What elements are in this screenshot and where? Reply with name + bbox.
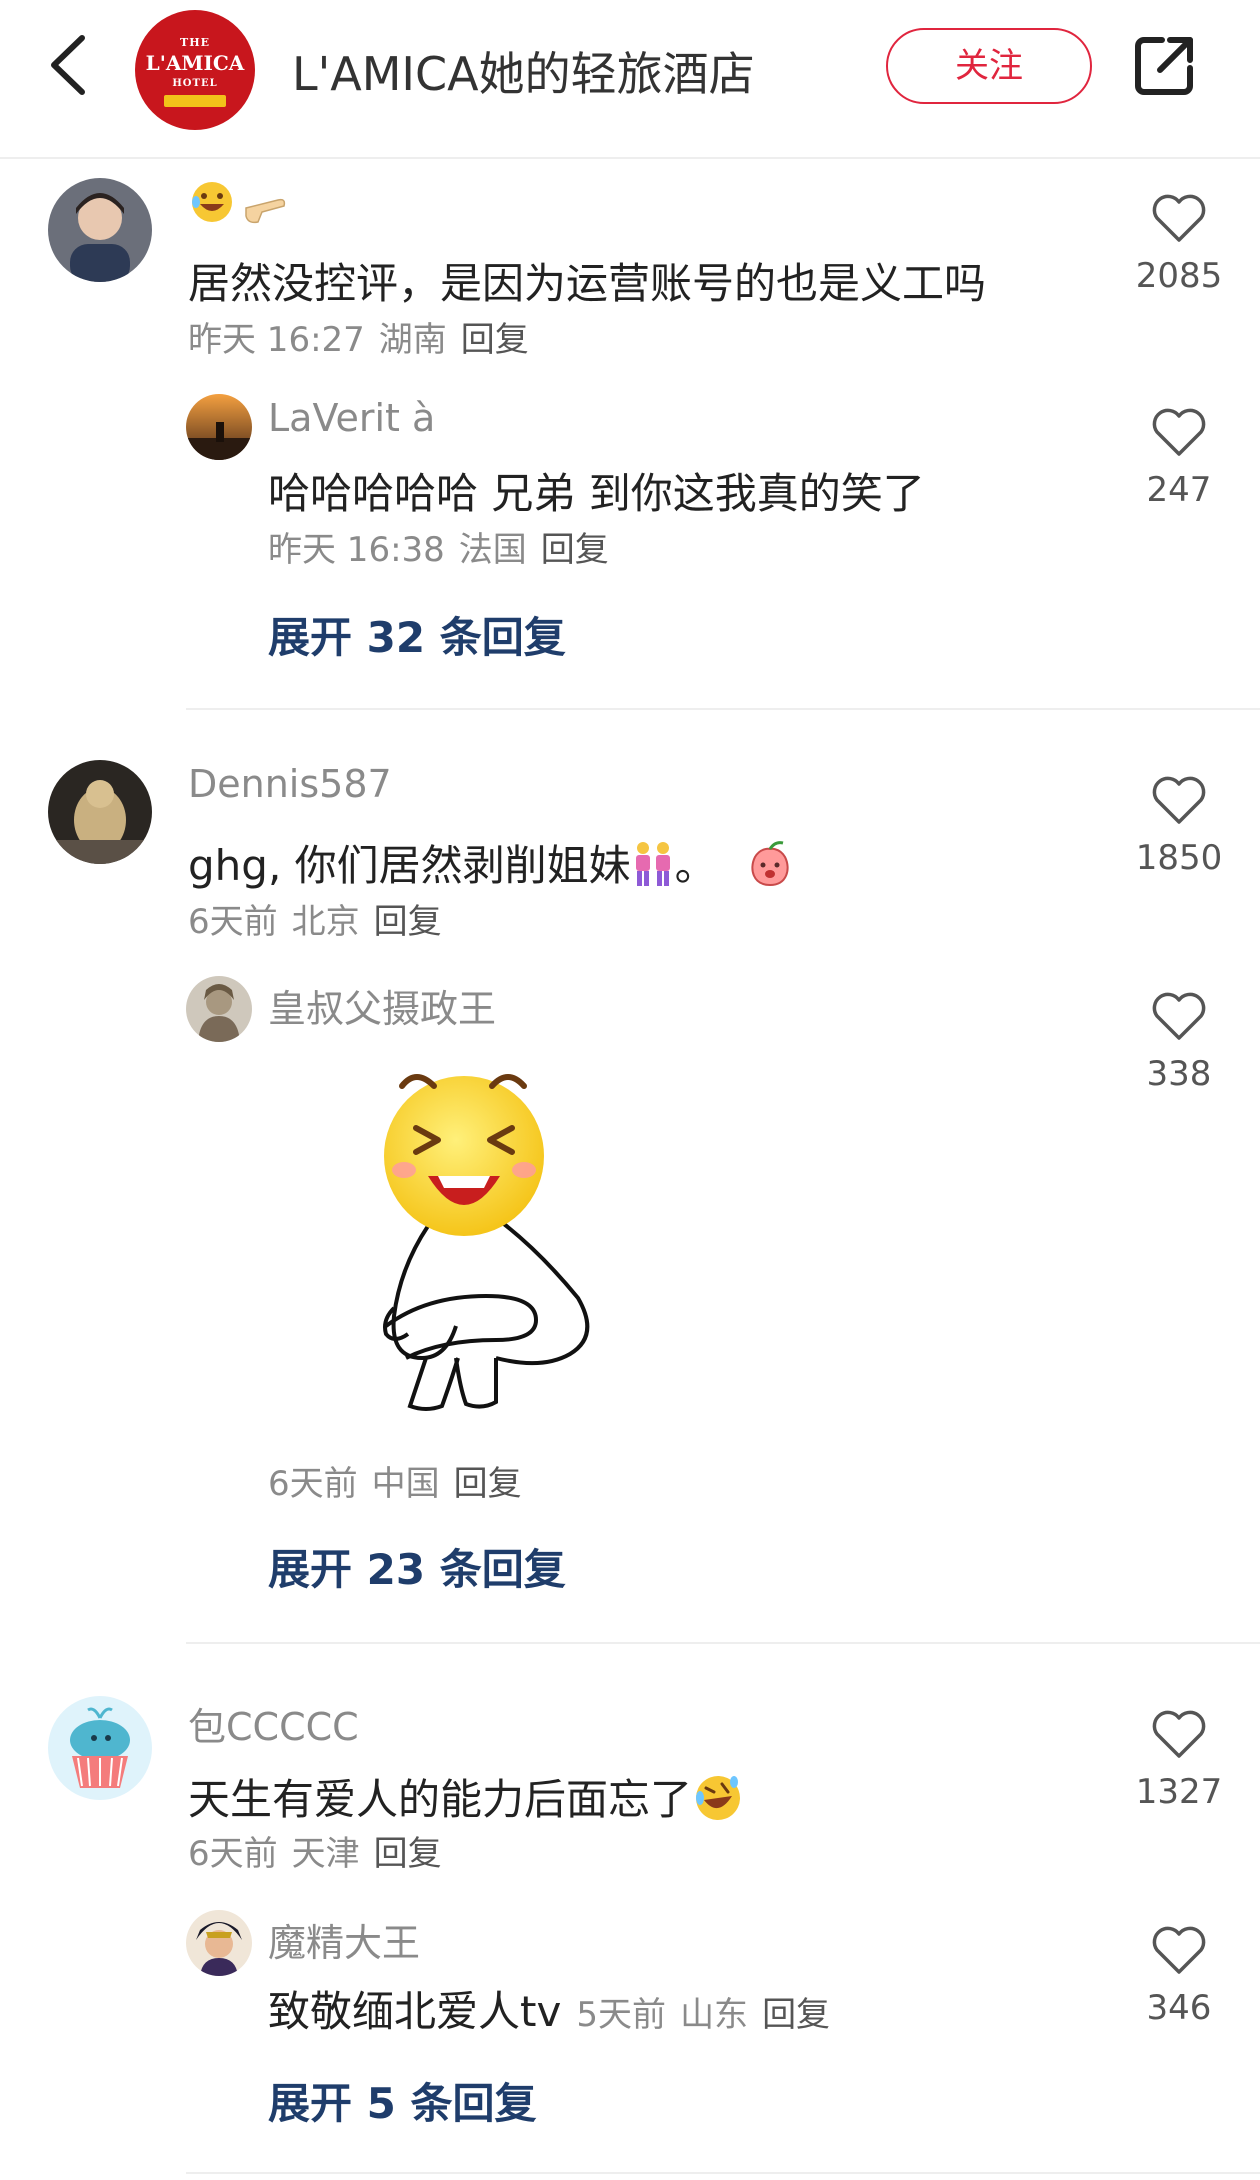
comment-emoji-username xyxy=(188,178,298,232)
reply-text: 致敬缅北爱人tv xyxy=(268,1987,562,2036)
comment-avatar[interactable] xyxy=(48,1696,152,1800)
comment-location: 湖南 xyxy=(378,320,447,360)
heart-icon xyxy=(1152,1710,1206,1758)
peach-emoji-icon xyxy=(745,839,795,899)
reply-avatar[interactable] xyxy=(186,976,252,1042)
back-arrow-icon[interactable] xyxy=(40,30,100,100)
like-count: 338 xyxy=(1146,1054,1212,1094)
comment-time: 6天前 xyxy=(188,1834,278,1874)
like-button[interactable]: 338 xyxy=(1124,988,1234,1094)
heart-icon xyxy=(1152,408,1206,456)
logo-line-2: L'AMICA xyxy=(145,51,245,75)
comment-text-line: ghg, 你们居然剥削姐妹。 xyxy=(188,832,795,899)
follow-button[interactable]: 关注 xyxy=(886,28,1092,104)
comment-text: ghg, 你们居然剥削姐妹 xyxy=(188,841,631,890)
reply-button[interactable]: 回复 xyxy=(374,902,442,942)
divider xyxy=(186,708,1260,710)
expand-replies-button[interactable]: 展开 32 条回复 xyxy=(268,604,566,665)
like-count: 1850 xyxy=(1135,838,1223,878)
reply-location: 法国 xyxy=(458,530,527,570)
comment-username[interactable]: Dennis587 xyxy=(188,762,392,806)
expand-replies-button[interactable]: 展开 23 条回复 xyxy=(268,1536,566,1597)
like-count: 247 xyxy=(1146,470,1212,510)
like-button[interactable]: 2085 xyxy=(1124,190,1234,296)
like-count: 346 xyxy=(1146,1988,1212,2028)
comment-avatar[interactable] xyxy=(48,178,152,282)
heart-icon xyxy=(1152,776,1206,824)
page-title[interactable]: L'AMICA她的轻旅酒店 xyxy=(292,38,755,104)
sisters-emoji-icon xyxy=(631,840,675,898)
comment-text: 天生有爱人的能力后面忘了 xyxy=(188,1775,693,1824)
comment-time: 6天前 xyxy=(188,902,278,942)
comment-meta: 昨天 16:27 湖南 回复 xyxy=(188,312,529,361)
laughing-sticker-image[interactable] xyxy=(346,1058,606,1418)
logo-line-3: HOTEL xyxy=(172,78,218,89)
heart-icon xyxy=(1152,194,1206,242)
reply-time: 5天前 xyxy=(576,1995,667,2035)
comment-location: 天津 xyxy=(291,1834,360,1874)
hotel-avatar-logo[interactable]: THE L'AMICA HOTEL xyxy=(135,10,255,130)
comment-time: 昨天 16:27 xyxy=(188,320,365,360)
reply-location: 中国 xyxy=(371,1464,440,1504)
like-button[interactable]: 247 xyxy=(1124,404,1234,510)
like-count: 2085 xyxy=(1135,256,1223,296)
share-icon[interactable] xyxy=(1132,32,1198,98)
like-count: 1327 xyxy=(1135,1772,1223,1812)
reply-username[interactable]: LaVerit à xyxy=(268,396,435,440)
reply-button[interactable]: 回复 xyxy=(461,320,529,360)
logo-line-1: THE xyxy=(180,36,210,49)
like-button[interactable]: 346 xyxy=(1124,1922,1234,2028)
comment-meta: 6天前 北京 回复 xyxy=(188,894,442,943)
reply-button[interactable]: 回复 xyxy=(541,530,609,570)
reply-username[interactable]: 魔精大王 xyxy=(268,1912,420,1967)
logo-banner xyxy=(164,95,226,107)
heart-icon xyxy=(1152,992,1206,1040)
comment-text-suffix: 。 xyxy=(674,841,717,890)
reply-button[interactable]: 回复 xyxy=(374,1834,442,1874)
reply-avatar[interactable] xyxy=(186,394,252,460)
comment-meta: 6天前 天津 回复 xyxy=(188,1826,442,1875)
comment-avatar[interactable] xyxy=(48,760,152,864)
laughing-crying-emoji-icon xyxy=(692,1772,744,1834)
reply-text: 哈哈哈哈哈 兄弟 到你这我真的笑了 xyxy=(268,469,925,518)
expand-replies-button[interactable]: 展开 5 条回复 xyxy=(268,2070,536,2131)
like-button[interactable]: 1850 xyxy=(1124,772,1234,878)
divider xyxy=(186,2172,1260,2174)
reply-time: 昨天 16:38 xyxy=(268,530,445,570)
reply-meta: 昨天 16:38 法国 回复 xyxy=(268,522,609,571)
comment-text: 居然没控评，是因为运营账号的也是义工吗 xyxy=(188,259,987,308)
reply-meta: 6天前 中国 回复 xyxy=(268,1456,522,1505)
reply-username[interactable]: 皇叔父摄政王 xyxy=(268,978,496,1033)
reply-location: 山东 xyxy=(680,1995,749,2035)
reply-avatar[interactable] xyxy=(186,1910,252,1976)
heart-icon xyxy=(1152,1926,1206,1974)
comment-text-line: 天生有爱人的能力后面忘了 xyxy=(188,1766,744,1834)
reply-text-line: 致敬缅北爱人tv 5天前 山东 回复 xyxy=(268,1978,830,2039)
divider xyxy=(186,1642,1260,1644)
reply-button[interactable]: 回复 xyxy=(454,1464,522,1504)
comment-username[interactable]: 包CCCCC xyxy=(188,1696,359,1751)
reply-button[interactable]: 回复 xyxy=(762,1995,830,2035)
like-button[interactable]: 1327 xyxy=(1124,1706,1234,1812)
reply-time: 6天前 xyxy=(268,1464,358,1504)
comment-location: 北京 xyxy=(291,902,360,942)
reply-meta: 5天前 山东 回复 xyxy=(576,1995,830,2035)
